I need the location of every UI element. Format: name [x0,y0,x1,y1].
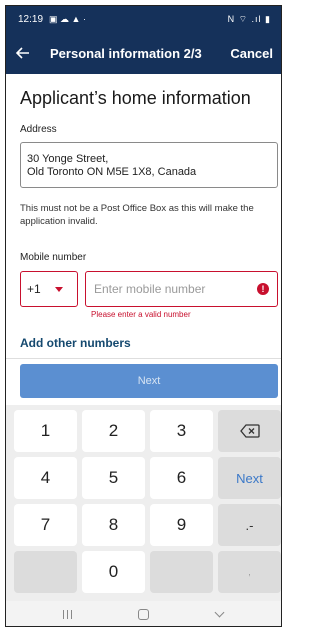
system-nav-bar [6,601,281,626]
country-code-select[interactable]: +1 [20,271,78,307]
home-button[interactable] [128,609,158,620]
key-3[interactable]: 3 [150,410,213,452]
recent-apps-icon [63,610,65,619]
key-6[interactable]: 6 [150,457,213,499]
key-blank-left [14,551,77,593]
chevron-down-icon [54,286,63,292]
status-time: 12:19 [18,13,44,25]
error-message: Please enter a valid number [91,310,191,319]
recent-apps-button[interactable] [53,610,83,619]
address-field[interactable]: 30 Yonge Street, Old Toronto ON M5E 1X8,… [20,142,278,188]
add-other-numbers-link[interactable]: Add other numbers [20,336,131,350]
backspace-icon [239,424,260,438]
key-1[interactable]: 1 [14,410,77,452]
keypad-next-key[interactable]: Next [218,457,281,499]
section-heading: Applicant’s home information [20,88,251,108]
key-7[interactable]: 7 [14,504,77,546]
key-8[interactable]: 8 [82,504,145,546]
key-5[interactable]: 5 [82,457,145,499]
mobile-number-field[interactable]: ! [85,271,278,307]
address-label: Address [20,124,57,135]
numeric-keypad: 1 2 3 4 5 6 Next 7 8 9 .- 0 , [6,405,281,601]
status-notification-icons: ▣ ☁ ▲ · [49,13,86,24]
page-title: Personal information 2/3 [50,45,202,61]
divider [6,358,281,359]
mobile-number-label: Mobile number [20,252,87,263]
address-note: This must not be a Post Office Box as th… [20,203,254,227]
top-bar: 12:19 ▣ ☁ ▲ · N ⌔ .ıl ▮ Personal informa… [6,6,281,74]
arrow-left-icon [16,47,29,59]
key-blank-right [150,551,213,593]
error-icon: ! [257,283,269,295]
status-system-icons: N ⌔ .ıl ▮ [227,13,271,24]
status-bar: 12:19 ▣ ☁ ▲ · N ⌔ .ıl ▮ [6,6,281,32]
back-button[interactable] [16,42,38,64]
key-9[interactable]: 9 [150,504,213,546]
keypad-grid: 1 2 3 4 5 6 Next 7 8 9 .- 0 , [14,410,281,593]
home-icon [137,609,149,620]
chevron-down-icon [214,607,225,618]
country-code-value: +1 [27,282,41,296]
hide-keyboard-button[interactable] [204,607,234,618]
key-dot-dash[interactable]: .- [218,504,281,546]
mobile-number-input[interactable] [94,282,244,296]
key-2[interactable]: 2 [82,410,145,452]
cancel-button[interactable]: Cancel [230,46,273,61]
key-comma[interactable]: , [218,551,281,593]
key-0[interactable]: 0 [82,551,145,593]
backspace-key[interactable] [218,410,281,452]
key-4[interactable]: 4 [14,457,77,499]
app-bar: Personal information 2/3 Cancel [6,32,281,74]
next-button[interactable]: Next [20,364,278,398]
phone-screen: 12:19 ▣ ☁ ▲ · N ⌔ .ıl ▮ Personal informa… [5,5,282,627]
